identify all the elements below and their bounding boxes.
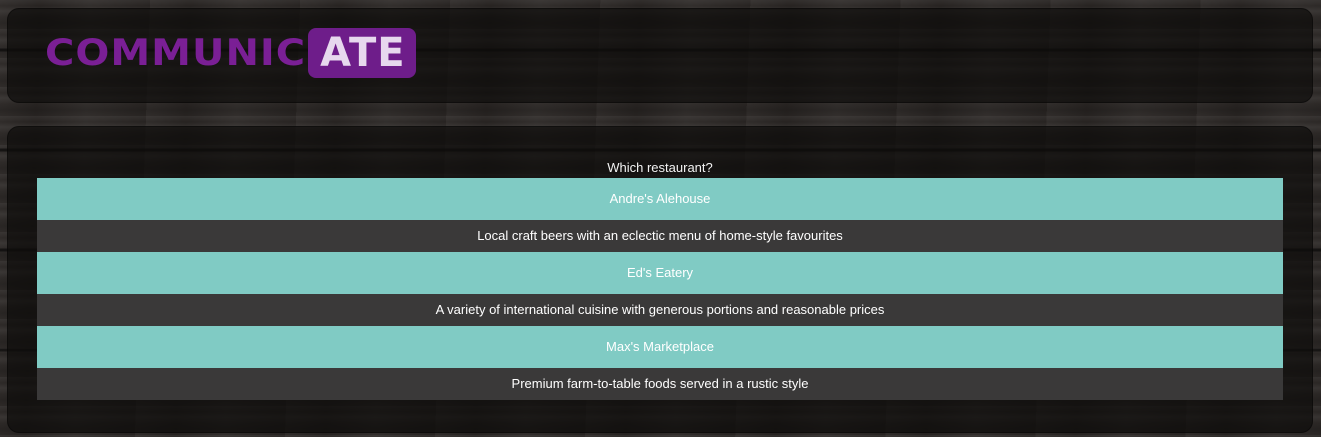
logo-text-left: COMMUNIC <box>45 31 307 75</box>
restaurant-description[interactable]: Premium farm-to-table foods served in a … <box>37 368 1283 400</box>
question-heading: Which restaurant? <box>607 160 713 175</box>
restaurant-option-andres-alehouse[interactable]: Andre's Alehouse <box>37 178 1283 220</box>
restaurant-option-maxs-marketplace[interactable]: Max's Marketplace <box>37 326 1283 368</box>
communicate-logo[interactable]: COMMUNIC ATE <box>45 28 416 78</box>
restaurant-option-eds-eatery[interactable]: Ed's Eatery <box>37 252 1283 294</box>
restaurant-description[interactable]: A variety of international cuisine with … <box>37 294 1283 326</box>
restaurant-list: Andre's Alehouse Local craft beers with … <box>37 178 1283 400</box>
restaurant-description[interactable]: Local craft beers with an eclectic menu … <box>37 220 1283 252</box>
logo-text-right: ATE <box>308 28 416 78</box>
